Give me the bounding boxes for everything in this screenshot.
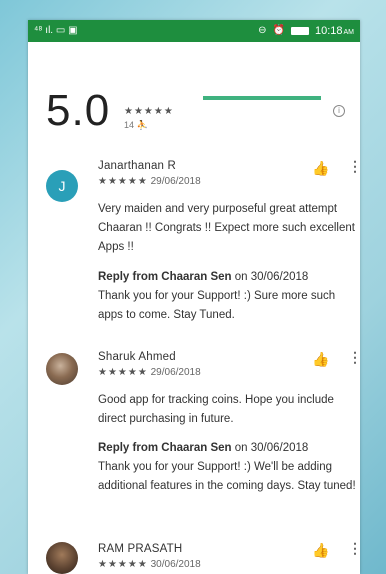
battery-icon	[290, 27, 309, 35]
status-left-icons: ⁴⁸ ıl. ▭ ▣	[34, 26, 78, 36]
avatar[interactable]	[46, 542, 78, 574]
summary-stars: ★★★★★	[124, 106, 174, 117]
thumbs-up-icon[interactable]: 👍	[312, 542, 329, 559]
rating-bar-fill	[203, 96, 321, 100]
rating-summary: 5.0 ★★★★★ 14 ⛹ i	[28, 42, 360, 148]
phone-screen: ⁴⁸ ıl. ▭ ▣ ⊖ ⏰ 10:18AM 5.0 ★★★★★ 14 ⛹ i …	[28, 20, 360, 574]
reply-from: Reply from Chaaran Sen	[98, 271, 232, 283]
developer-reply: Reply from Chaaran Sen on 30/06/2018 Tha…	[98, 268, 356, 325]
review-meta: ★★★★★ 29/06/2018	[98, 176, 201, 187]
review-stars: ★★★★★	[98, 176, 148, 187]
review-stars: ★★★★★	[98, 559, 148, 570]
more-options-icon[interactable]: ⋮	[348, 158, 360, 175]
reply-from: Reply from Chaaran Sen	[98, 442, 232, 454]
review-item: RAM PRASATH ★★★★★ 30/06/2018 👍 ⋮	[28, 540, 360, 574]
do-not-disturb-icon: ⊖	[258, 25, 267, 36]
person-icon: ⛹	[136, 120, 148, 130]
status-bar: ⁴⁸ ıl. ▭ ▣ ⊖ ⏰ 10:18AM	[28, 20, 360, 42]
review-text: Good app for tracking coins. Hope you in…	[98, 394, 334, 425]
thumbs-up-icon[interactable]: 👍	[312, 160, 329, 177]
review-meta: ★★★★★ 29/06/2018	[98, 367, 201, 378]
reply-date: on 30/06/2018	[234, 442, 309, 454]
developer-reply: Reply from Chaaran Sen on 30/06/2018 Tha…	[98, 439, 356, 496]
review-item: Sharuk Ahmed ★★★★★ 29/06/2018 👍 ⋮ Good a…	[28, 349, 360, 543]
review-text: Very maiden and very purposeful great at…	[98, 203, 355, 253]
rating-count-value: 14	[124, 120, 135, 130]
review-meta: ★★★★★ 30/06/2018	[98, 559, 201, 570]
reviewer-name: Sharuk Ahmed	[98, 351, 176, 363]
review-item: J Janarthanan R ★★★★★ 29/06/2018 👍 ⋮ Ver…	[28, 158, 360, 340]
rating-distribution-bar	[203, 96, 321, 100]
time-text: 10:18	[314, 25, 343, 37]
reply-text: Thank you for your Support! :) Sure more…	[98, 290, 336, 321]
more-options-icon[interactable]: ⋮	[348, 349, 360, 366]
average-rating: 5.0	[46, 86, 111, 135]
alarm-icon: ⏰	[272, 25, 285, 36]
review-date: 30/06/2018	[150, 559, 201, 570]
info-icon[interactable]: i	[333, 105, 345, 117]
network-signal-icon: ⁴⁸ ıl. ▭ ▣	[34, 25, 78, 36]
avatar[interactable]	[46, 353, 78, 385]
ampm-text: AM	[343, 29, 355, 36]
reviewer-name: RAM PRASATH	[98, 543, 183, 555]
reply-date: on 30/06/2018	[234, 271, 309, 283]
reply-text: Thank you for your Support! :) We'll be …	[98, 461, 356, 492]
reply-header: Reply from Chaaran Sen on 30/06/2018	[98, 439, 356, 458]
review-stars: ★★★★★	[98, 367, 148, 378]
review-date: 29/06/2018	[150, 367, 201, 378]
reply-header: Reply from Chaaran Sen on 30/06/2018	[98, 268, 356, 287]
status-right: ⊖ ⏰ 10:18AM	[258, 25, 354, 37]
review-date: 29/06/2018	[150, 176, 201, 187]
avatar[interactable]: J	[46, 170, 78, 202]
thumbs-up-icon[interactable]: 👍	[312, 351, 329, 368]
status-time: 10:18AM	[315, 25, 354, 37]
rating-count: 14 ⛹	[124, 120, 148, 131]
reviewer-name: Janarthanan R	[98, 160, 177, 172]
more-options-icon[interactable]: ⋮	[348, 540, 360, 557]
